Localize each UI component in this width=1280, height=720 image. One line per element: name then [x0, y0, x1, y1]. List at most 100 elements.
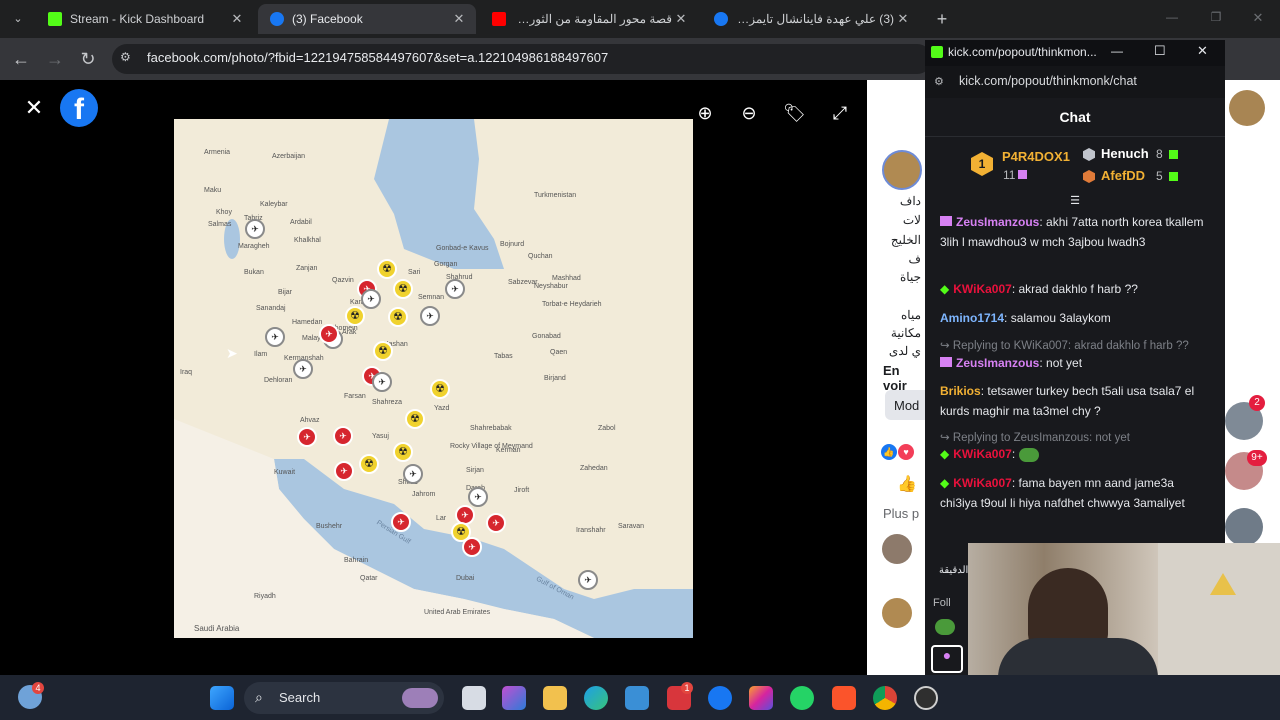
restore-icon[interactable]: ❐: [1208, 10, 1224, 26]
tab-youtube[interactable]: قصة محور المقاومة من الثورة الإ ✕: [480, 4, 698, 34]
avatar[interactable]: [882, 150, 922, 190]
map-marker-nuclear[interactable]: [430, 379, 450, 399]
see-more-link[interactable]: En voir: [883, 363, 927, 393]
tab-title: قصة محور المقاومة من الثورة الإ: [514, 12, 672, 26]
tab-kick-dashboard[interactable]: Stream - Kick Dashboard ✕: [36, 4, 254, 34]
map-marker-military[interactable]: [403, 464, 423, 484]
map-marker-nuclear[interactable]: [359, 454, 379, 474]
chat-username[interactable]: ZeusImanzous: [956, 356, 1039, 370]
map-label: Dubai: [456, 575, 475, 582]
back-arrow-icon[interactable]: ←: [10, 48, 32, 70]
map-marker-military[interactable]: [578, 570, 598, 590]
minimize-icon[interactable]: —: [1111, 44, 1123, 58]
map-marker-strike[interactable]: [297, 427, 317, 447]
store-icon[interactable]: [625, 686, 649, 710]
map-marker-strike[interactable]: [334, 461, 354, 481]
close-icon[interactable]: ✕: [672, 11, 690, 27]
close-icon[interactable]: ✕: [1197, 43, 1208, 59]
notification-badge: 9+: [1247, 450, 1267, 466]
taskbar-search[interactable]: ⌕ Search: [244, 682, 444, 714]
map-marker-nuclear[interactable]: [393, 279, 413, 299]
leader-first-name[interactable]: P4R4DOX1: [1002, 149, 1070, 164]
map-marker-military[interactable]: [245, 219, 265, 239]
chat-message: ◆ KWiKa007: fama bayen mn aand jame3a chi…: [940, 476, 1185, 510]
task-view-icon[interactable]: [462, 686, 486, 710]
obs-icon[interactable]: [914, 686, 938, 710]
facebook-logo-icon[interactable]: f: [60, 89, 98, 127]
site-info-icon[interactable]: ⚙: [120, 50, 136, 66]
brave-icon[interactable]: [832, 686, 856, 710]
close-viewer-icon[interactable]: ✕: [22, 96, 46, 120]
close-icon[interactable]: ✕: [450, 11, 468, 27]
instagram-icon[interactable]: [749, 686, 773, 710]
tab-facebook-active[interactable]: (3) Facebook ✕: [258, 4, 476, 34]
leader-third-name[interactable]: AfefDD: [1101, 168, 1145, 183]
whatsapp-icon[interactable]: [790, 686, 814, 710]
maximize-icon[interactable]: ☐: [1154, 43, 1166, 59]
mic-icon[interactable]: ●: [931, 645, 963, 673]
chat-username[interactable]: Amino1714: [940, 311, 1004, 325]
popout-url[interactable]: kick.com/popout/thinkmonk/chat: [959, 74, 1137, 88]
leader-second-name[interactable]: Henuch: [1101, 146, 1149, 161]
map-marker-nuclear[interactable]: [377, 259, 397, 279]
map-marker-military[interactable]: [468, 487, 488, 507]
map-marker-strike[interactable]: [333, 426, 353, 446]
start-button-icon[interactable]: [210, 686, 234, 710]
map-marker-strike[interactable]: [319, 324, 339, 344]
avatar[interactable]: [882, 534, 912, 564]
map-marker-nuclear[interactable]: [345, 306, 365, 326]
url-text[interactable]: facebook.com/photo/?fbid=122194758584497…: [147, 50, 608, 65]
map-marker-nuclear[interactable]: [373, 341, 393, 361]
bronze-rank-icon: [1083, 170, 1095, 183]
close-icon[interactable]: ✕: [894, 11, 912, 27]
map-marker-military[interactable]: [420, 306, 440, 326]
microsoft-365-icon[interactable]: [502, 686, 526, 710]
map-marker-strike[interactable]: [486, 513, 506, 533]
map-marker-nuclear[interactable]: [393, 442, 413, 462]
close-window-icon[interactable]: ✕: [1250, 10, 1266, 26]
new-tab-button[interactable]: +: [932, 8, 952, 30]
reply-context: ↪ Replying to KWiKa007: akrad dakhlo f h…: [940, 340, 1189, 352]
chat-username[interactable]: ZeusImanzous: [956, 215, 1039, 229]
post-text-line: لات: [902, 213, 921, 227]
chat-username[interactable]: KWiKa007: [953, 447, 1012, 461]
site-info-icon[interactable]: ⚙: [934, 75, 944, 88]
map-marker-military[interactable]: [361, 289, 381, 309]
contact-avatar[interactable]: [1225, 508, 1263, 546]
map-marker-military[interactable]: [372, 372, 392, 392]
chat-username[interactable]: KWiKa007: [953, 282, 1012, 296]
chat-username[interactable]: Brikios: [940, 384, 981, 398]
map-marker-strike[interactable]: [391, 512, 411, 532]
map-marker-military[interactable]: [265, 327, 285, 347]
map-marker-military[interactable]: [293, 359, 313, 379]
close-icon[interactable]: ✕: [228, 11, 246, 27]
chrome-icon[interactable]: [873, 686, 897, 710]
collapse-leaderboard-icon[interactable]: ☰: [1067, 194, 1083, 207]
map-label: Bojnurd: [500, 241, 525, 248]
emote-icon[interactable]: [935, 619, 955, 635]
map-marker-strike[interactable]: [462, 537, 482, 557]
map-label: Armenia: [204, 149, 231, 156]
tab-search-dropdown[interactable]: ⌄: [8, 9, 28, 29]
edge-icon[interactable]: [584, 686, 608, 710]
chat-username[interactable]: KWiKa007: [953, 476, 1012, 490]
file-explorer-icon[interactable]: [543, 686, 567, 710]
reload-icon[interactable]: ↻: [77, 48, 99, 70]
tag-icon[interactable]: 🏷: [783, 103, 806, 125]
mod-button[interactable]: Mod: [885, 390, 927, 420]
zoom-out-icon[interactable]: ⊖: [738, 103, 760, 125]
tab-facebook-2[interactable]: (3) علي عهدة فاينانشال تايمز داخ ✕: [702, 4, 920, 34]
fullscreen-icon[interactable]: ⤢: [829, 103, 851, 125]
map-image[interactable]: Armenia Azerbaijan Turkmenistan Iraq Kuw…: [174, 119, 693, 638]
avatar[interactable]: [882, 598, 912, 628]
profile-avatar[interactable]: [1229, 90, 1265, 126]
map-marker-nuclear[interactable]: [405, 409, 425, 429]
like-button-icon[interactable]: 👍: [897, 474, 917, 494]
facebook-icon[interactable]: [708, 686, 732, 710]
map-marker-military[interactable]: [445, 279, 465, 299]
map-label: Gonbad-e Kavus: [436, 245, 489, 252]
map-marker-nuclear[interactable]: [388, 307, 408, 327]
minimize-icon[interactable]: —: [1164, 10, 1180, 26]
forward-arrow-icon[interactable]: →: [44, 48, 66, 70]
zoom-in-icon[interactable]: ⊕: [694, 103, 716, 125]
